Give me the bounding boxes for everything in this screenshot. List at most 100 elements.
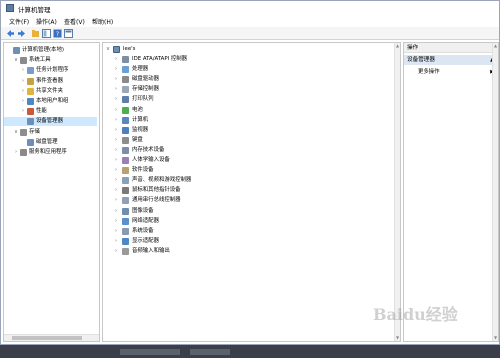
expand-icon[interactable]: ›: [113, 55, 119, 64]
actions-device-manager[interactable]: 设备管理器 ▲: [404, 55, 498, 65]
expand-icon[interactable]: ›: [113, 106, 119, 115]
title-bar: 计算机管理: [1, 1, 499, 15]
menu-help[interactable]: 帮助(H): [92, 17, 113, 26]
window-title: 计算机管理: [18, 6, 51, 14]
device-category[interactable]: › 计算机: [113, 116, 313, 125]
expand-icon[interactable]: ›: [113, 65, 119, 74]
collapse-icon[interactable]: v: [105, 45, 111, 54]
nav-tree-item[interactable]: 计算机管理(本地): [4, 46, 97, 55]
expand-icon[interactable]: ›: [113, 227, 119, 236]
nav-tree-item[interactable]: › 任务计划程序: [4, 66, 97, 75]
expand-icon[interactable]: ›: [113, 247, 119, 256]
expand-icon[interactable]: ›: [113, 75, 119, 84]
expand-icon[interactable]: ›: [20, 77, 26, 86]
computer-root-icon: [113, 46, 120, 53]
device-category-label: 电池: [132, 106, 143, 113]
menu-file[interactable]: 文件(F): [9, 17, 29, 26]
collapse-icon[interactable]: ∨: [13, 56, 19, 65]
device-category[interactable]: › 图像设备: [113, 207, 313, 216]
scroll-up-icon[interactable]: ▲: [395, 43, 400, 49]
device-category[interactable]: › 音频输入和输出: [113, 247, 313, 256]
device-category-label: 鼠标和其他指针设备: [132, 187, 181, 194]
device-category[interactable]: › 人体学输入设备: [113, 156, 313, 165]
device-category-label: 通用串行总线控制器: [132, 197, 181, 204]
expand-icon[interactable]: ›: [113, 126, 119, 135]
network-icon: [122, 217, 129, 225]
expand-icon[interactable]: ›: [113, 156, 119, 165]
expand-icon[interactable]: ›: [113, 116, 119, 125]
expand-icon[interactable]: ›: [113, 207, 119, 216]
device-category[interactable]: › IDE ATA/ATAPI 控制器: [113, 55, 313, 64]
help-icon[interactable]: ?: [53, 29, 62, 38]
expand-icon[interactable]: ›: [113, 85, 119, 94]
device-category[interactable]: › 声音、视频和游戏控制器: [113, 176, 313, 185]
actions-device-manager-label: 设备管理器: [407, 57, 435, 63]
scroll-down-icon[interactable]: ▼: [395, 335, 400, 341]
nav-tree-item[interactable]: › 共享文件夹: [4, 87, 97, 96]
nav-tree-item-label: 服务和应用程序: [29, 149, 67, 155]
device-category[interactable]: › 网络适配器: [113, 217, 313, 226]
device-category[interactable]: › 通用串行总线控制器: [113, 196, 313, 205]
memory-icon: [122, 146, 129, 154]
device-category[interactable]: › 电池: [113, 106, 313, 115]
nav-tree-item[interactable]: ∨ 存储: [4, 128, 97, 137]
up-folder-icon[interactable]: [31, 29, 40, 38]
device-category[interactable]: › 内存技术设备: [113, 146, 313, 155]
nav-tree-item[interactable]: 磁盘管理: [4, 138, 97, 147]
expand-icon[interactable]: ›: [113, 166, 119, 175]
device-category[interactable]: › 监视器: [113, 126, 313, 135]
forward-arrow-icon[interactable]: [17, 29, 26, 38]
device-category[interactable]: › 打印队列: [113, 95, 313, 104]
device-category[interactable]: › 显示适配器: [113, 237, 313, 246]
device-category-label: 磁盘驱动器: [132, 76, 159, 83]
device-tree-root[interactable]: v lee's: [105, 45, 285, 54]
expand-icon[interactable]: ›: [20, 107, 26, 116]
folder-icon: [27, 87, 34, 95]
device-category[interactable]: › 系统设备: [113, 227, 313, 236]
left-horizontal-scrollbar[interactable]: [4, 334, 99, 341]
scrollbar-thumb[interactable]: [12, 336, 82, 340]
taskbar-item[interactable]: [190, 349, 230, 355]
nav-tree-item[interactable]: ∨ 系统工具: [4, 56, 97, 65]
nav-tree-item[interactable]: › 服务和应用程序: [4, 148, 97, 157]
more-actions[interactable]: 更多操作: [418, 68, 440, 77]
menu-view[interactable]: 查看(V): [64, 17, 85, 26]
device-category[interactable]: › 键盘: [113, 136, 313, 145]
scroll-down-icon[interactable]: ▼: [493, 335, 498, 341]
nav-tree-item-label: 共享文件夹: [36, 87, 63, 94]
nav-tree-item[interactable]: › 本地用户和组: [4, 97, 97, 106]
device-category[interactable]: › 软件设备: [113, 166, 313, 175]
back-arrow-icon[interactable]: [6, 29, 15, 38]
device-vertical-scrollbar[interactable]: ▲ ▼: [394, 43, 400, 341]
expand-icon[interactable]: ›: [20, 66, 26, 75]
actions-header: 操作: [404, 43, 498, 53]
expand-icon[interactable]: ›: [20, 97, 26, 106]
expand-icon[interactable]: ›: [113, 217, 119, 226]
nav-tree-item[interactable]: 设备管理器: [4, 117, 97, 127]
collapse-icon[interactable]: ∨: [13, 128, 19, 137]
taskbar-item[interactable]: [120, 349, 180, 355]
device-category[interactable]: › 磁盘驱动器: [113, 75, 313, 84]
expand-icon[interactable]: ›: [113, 95, 119, 104]
expand-icon[interactable]: ›: [113, 136, 119, 145]
console-tree-icon[interactable]: [42, 29, 51, 38]
device-category[interactable]: › 鼠标和其他指针设备: [113, 186, 313, 195]
scroll-up-icon[interactable]: ▲: [493, 43, 498, 49]
nav-tree-item[interactable]: › 事件查看器: [4, 77, 97, 86]
expand-icon[interactable]: ›: [20, 87, 26, 96]
expand-icon[interactable]: ›: [113, 237, 119, 246]
device-category-label: 网络适配器: [132, 217, 159, 224]
device-category[interactable]: › 处理器: [113, 65, 313, 74]
device-category[interactable]: › 存储控制器: [113, 85, 313, 94]
device-category-label: 软件设备: [132, 167, 154, 174]
nav-tree-item[interactable]: › 性能: [4, 107, 97, 116]
expand-icon[interactable]: ›: [113, 146, 119, 155]
properties-icon[interactable]: [64, 29, 73, 38]
expand-icon[interactable]: ›: [113, 186, 119, 195]
expand-icon[interactable]: ›: [13, 148, 19, 157]
expand-icon[interactable]: ›: [113, 196, 119, 205]
expand-icon[interactable]: ›: [113, 176, 119, 185]
menu-action[interactable]: 操作(A): [36, 17, 57, 26]
system-device-icon: [122, 227, 129, 235]
actions-vertical-scrollbar[interactable]: ▲ ▼: [492, 43, 498, 341]
